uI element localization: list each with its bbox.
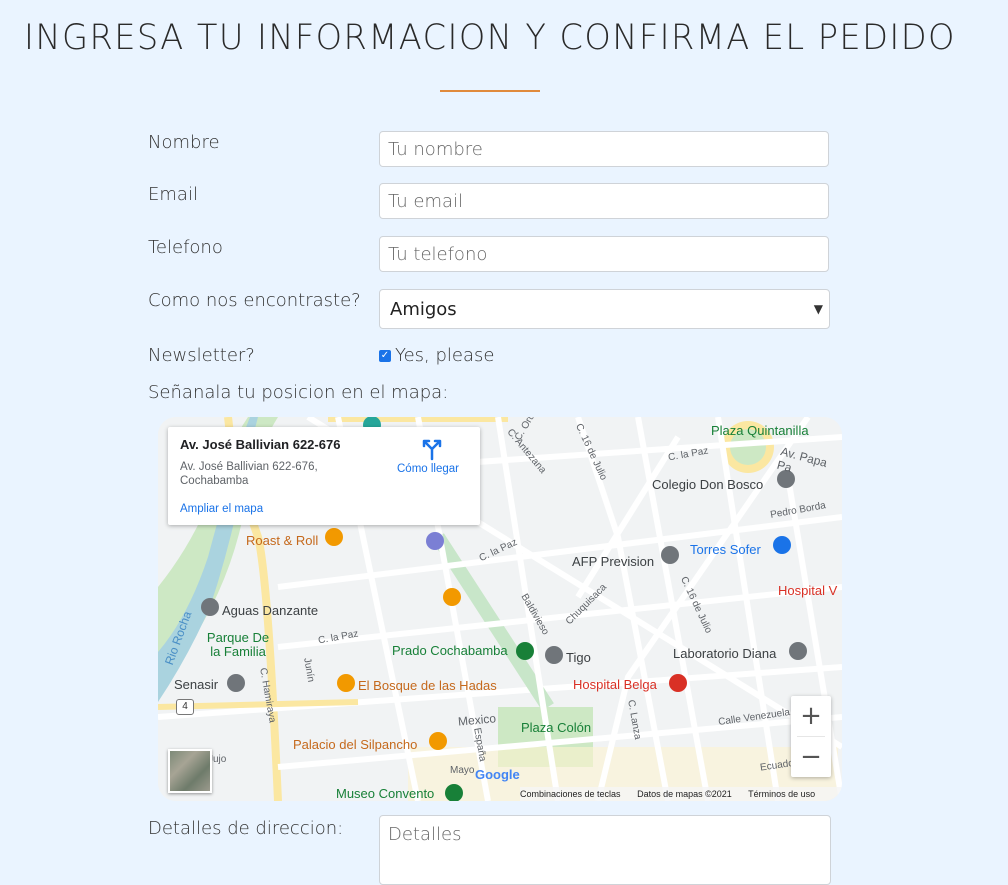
keyboard-shortcuts-link[interactable]: Combinaciones de teclas (520, 789, 621, 799)
map-card-title: Av. José Ballivian 622-676 (180, 437, 341, 452)
phone-input[interactable] (379, 236, 829, 272)
name-label: Nombre (148, 132, 220, 153)
details-placeholder: Detalles (388, 824, 462, 845)
newsletter-option[interactable]: ✓ Yes, please (379, 345, 494, 366)
place-roast-roll: Roast & Roll (246, 533, 319, 548)
enlarge-map-link[interactable]: Ampliar el mapa (180, 503, 263, 515)
google-logo-text: Google (475, 767, 520, 782)
page-title: INGRESA TU INFORMACION Y CONFIRMA EL PED… (24, 18, 956, 58)
newsletter-label: Newsletter? (148, 345, 255, 366)
map[interactable]: Plaza Quintanilla Colegio Don Bosco Roas… (158, 417, 842, 801)
place-el-bosque: El Bosque de las Hadas (358, 678, 497, 693)
zoom-controls: + − (791, 696, 831, 777)
map-label: Señanala tu posicion en el mapa: (148, 382, 449, 403)
newsletter-checkbox[interactable]: ✓ (379, 349, 391, 362)
place-colegio-don-bosco: Colegio Don Bosco (652, 477, 764, 492)
place-palacio-silpancho: Palacio del Silpancho (293, 737, 418, 752)
chevron-down-icon: ▼ (813, 302, 823, 316)
phone-label: Telefono (148, 237, 223, 258)
satellite-toggle[interactable] (168, 749, 212, 793)
map-card-address: Av. José Ballivian 622-676, Cochabamba (180, 461, 318, 487)
place-afp-prevision: AFP Prevision (572, 554, 655, 569)
street-label: Mayo (450, 765, 475, 776)
place-tigo: Tigo (566, 650, 591, 665)
place-plaza-quintanilla: Plaza Quintanilla (711, 423, 809, 438)
map-data-text: Datos de mapas ©2021 (637, 789, 732, 799)
place-laboratorio-diana: Laboratorio Diana (673, 646, 777, 661)
source-select-value: Amigos (390, 298, 457, 320)
route-shield: 4 (176, 699, 194, 715)
zoom-in-button[interactable]: + (791, 696, 831, 736)
place-plaza-colon: Plaza Colón (521, 720, 592, 735)
newsletter-option-label: Yes, please (395, 345, 495, 366)
place-prado-cochabamba: Prado Cochabamba (392, 643, 508, 658)
place-hospital-v: Hospital V (778, 583, 838, 598)
details-label: Detalles de direccion: (148, 818, 344, 839)
email-label: Email (148, 184, 198, 205)
details-textarea[interactable]: Detalles (379, 815, 831, 885)
zoom-out-button[interactable]: − (791, 737, 831, 777)
directions-link[interactable]: Cómo llegar (397, 463, 459, 475)
directions-icon[interactable] (420, 437, 444, 461)
email-input[interactable] (379, 183, 829, 219)
source-label: Como nos encontraste? (148, 290, 361, 311)
place-senasir: Senasir (174, 677, 219, 692)
place-aguas-danzante: Aguas Danzante (222, 603, 319, 618)
google-logo: Google (475, 767, 520, 782)
map-attribution: Combinaciones de teclas Datos de mapas ©… (520, 787, 842, 801)
source-select[interactable]: Amigos ▼ (379, 289, 830, 329)
place-torres-sofer: Torres Sofer (690, 542, 761, 557)
title-underline (440, 90, 540, 92)
place-museo-convento: Museo Convento (336, 786, 435, 801)
terms-link[interactable]: Términos de uso (748, 789, 815, 799)
place-parque-de-la-familia: Parque De la Familia (206, 630, 270, 659)
name-input[interactable] (379, 131, 829, 167)
place-hospital-belga: Hospital Belga (573, 677, 657, 692)
map-info-card: Av. José Ballivian 622-676 Av. José Ball… (168, 427, 480, 525)
